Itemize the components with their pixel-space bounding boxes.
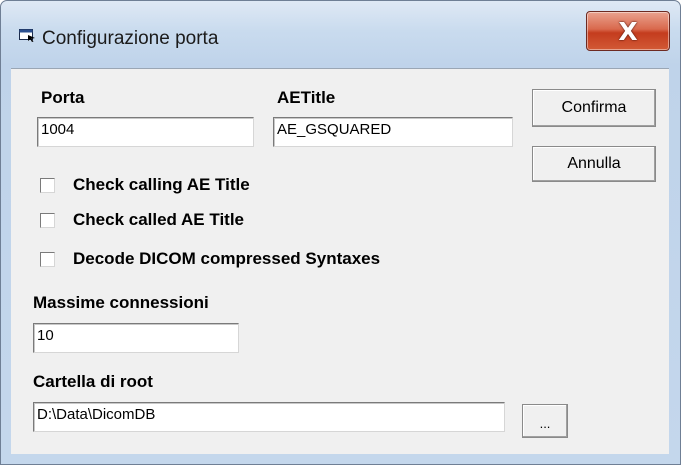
window-app-icon [19,29,36,42]
checkbox-check-called-ae-title[interactable]: Check called AE Title [40,210,244,230]
checkbox-decode-dicom-compressed-syntaxes[interactable]: Decode DICOM compressed Syntaxes [40,249,380,269]
checkbox-check-calling-ae-title[interactable]: Check calling AE Title [40,175,250,195]
checkbox-box[interactable] [40,212,55,228]
window-title: Configurazione porta [42,28,219,49]
browse-button-label: ... [539,416,551,431]
aetitle-input[interactable]: AE_GSQUARED [273,117,513,147]
porta-label: Porta [41,88,85,107]
cancel-button[interactable]: Annulla [532,146,656,182]
root-folder-label: Cartella di root [33,372,153,391]
checkbox-label: Check called AE Title [73,210,245,229]
max-connections-input[interactable]: 10 [33,323,239,353]
aetitle-label: AETitle [277,88,336,107]
cancel-button-label: Annulla [567,155,621,172]
dialog-window: Configurazione porta X Porta 1004 AETitl… [0,0,681,465]
confirm-button[interactable]: Confirma [532,89,656,127]
close-icon: X [618,16,638,46]
root-folder-input[interactable]: D:\Data\DicomDB [33,402,505,432]
browse-button[interactable]: ... [522,404,568,438]
checkbox-label: Check calling AE Title [73,175,250,194]
close-button[interactable]: X [586,11,670,51]
confirm-button-label: Confirma [561,99,627,116]
title-bar[interactable]: Configurazione porta X [1,1,680,61]
dialog-client-area: Porta 1004 AETitle AE_GSQUARED Confirma … [11,68,669,454]
max-connections-label: Massime connessioni [33,293,209,312]
porta-input[interactable]: 1004 [37,117,254,147]
checkbox-label: Decode DICOM compressed Syntaxes [73,249,381,268]
checkbox-box[interactable] [40,177,55,193]
checkbox-box[interactable] [40,251,55,267]
